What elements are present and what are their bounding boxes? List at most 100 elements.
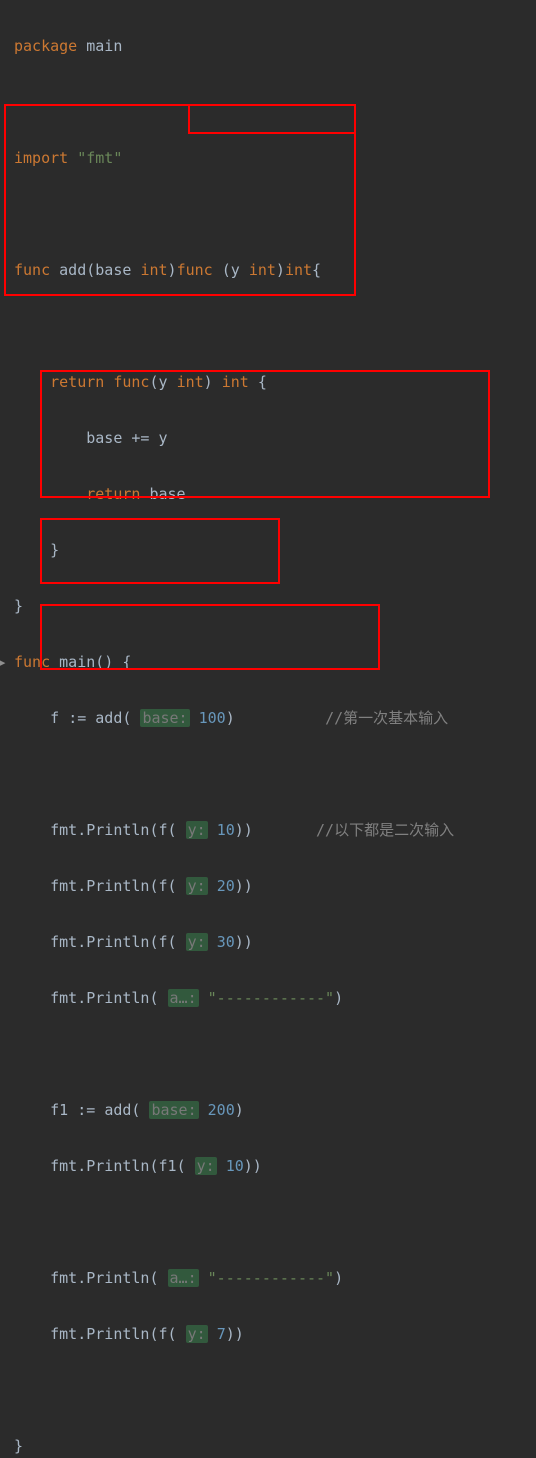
code-line: func add(base int)func (y int)int{ xyxy=(14,256,536,284)
ident-main: main xyxy=(86,37,122,55)
param-hint: base: xyxy=(140,709,189,727)
paren: ( xyxy=(149,933,158,951)
code-editor[interactable]: package main import "fmt" func add(base … xyxy=(0,0,536,1458)
paren: ( xyxy=(149,821,158,839)
brace: { xyxy=(312,261,321,279)
type-int: int xyxy=(222,373,249,391)
paren: )) xyxy=(244,1157,262,1175)
string-literal: "------------" xyxy=(208,989,334,1007)
code-line xyxy=(14,88,536,116)
paren: ) xyxy=(168,261,177,279)
paren: ) xyxy=(334,989,343,1007)
call-println: Println xyxy=(86,877,149,895)
code-line: return base xyxy=(14,480,536,508)
pkg-fmt: fmt xyxy=(50,933,77,951)
number-literal: 10 xyxy=(217,821,235,839)
paren: ( xyxy=(149,1157,158,1175)
ident-f: f xyxy=(159,1325,168,1343)
string-fmt: "fmt" xyxy=(77,149,122,167)
keyword-func: func xyxy=(14,653,50,671)
paren: ( xyxy=(149,1269,158,1287)
operator-pluseq: += xyxy=(131,429,149,447)
ident-f1: f1 xyxy=(50,1101,68,1119)
code-line: fmt.Println(f( y: 30)) xyxy=(14,928,536,956)
paren: ( xyxy=(149,989,158,1007)
code-line xyxy=(14,200,536,228)
param-hint: y: xyxy=(186,821,208,839)
code-line: } xyxy=(14,1432,536,1458)
number-literal: 20 xyxy=(217,877,235,895)
code-line xyxy=(14,312,536,340)
call-add: add xyxy=(95,709,122,727)
paren: ( xyxy=(131,1101,140,1119)
string-literal: "------------" xyxy=(208,1269,334,1287)
param-hint: y: xyxy=(186,933,208,951)
brace: } xyxy=(14,597,23,615)
call-println: Println xyxy=(86,821,149,839)
dot: . xyxy=(77,821,86,839)
paren: ) xyxy=(334,1269,343,1287)
ident-f1: f1 xyxy=(159,1157,177,1175)
paren: ( xyxy=(86,261,95,279)
number-literal: 10 xyxy=(226,1157,244,1175)
code-line xyxy=(14,1376,536,1404)
keyword-return: return xyxy=(86,485,140,503)
code-line: fmt.Println(f1( y: 10)) xyxy=(14,1152,536,1180)
dot: . xyxy=(77,989,86,1007)
code-line: fmt.Println( a…: "------------") xyxy=(14,1264,536,1292)
code-line: fmt.Println(f( y: 7)) xyxy=(14,1320,536,1348)
code-line: } xyxy=(14,536,536,564)
paren: ( xyxy=(149,1325,158,1343)
comment: //第一次基本输入 xyxy=(325,709,448,727)
pkg-fmt: fmt xyxy=(50,1269,77,1287)
param-hint: y: xyxy=(186,1325,208,1343)
code-line xyxy=(14,1040,536,1068)
run-gutter-icon[interactable]: ▸ xyxy=(0,648,7,676)
call-println: Println xyxy=(86,1157,149,1175)
operator-assign: := xyxy=(77,1101,95,1119)
paren: )) xyxy=(235,933,253,951)
pkg-fmt: fmt xyxy=(50,1325,77,1343)
keyword-package: package xyxy=(14,37,77,55)
paren: ( xyxy=(149,877,158,895)
param-hint: a…: xyxy=(168,1269,199,1287)
dot: . xyxy=(77,877,86,895)
pkg-fmt: fmt xyxy=(50,1157,77,1175)
dot: . xyxy=(77,1325,86,1343)
number-literal: 100 xyxy=(199,709,226,727)
param-hint: base: xyxy=(149,1101,198,1119)
keyword-func: func xyxy=(113,373,149,391)
ident-f: f xyxy=(159,821,168,839)
keyword-import: import xyxy=(14,149,68,167)
code-line: } xyxy=(14,592,536,620)
param-y: y xyxy=(231,261,240,279)
paren: ( xyxy=(168,933,177,951)
paren: ( xyxy=(168,1325,177,1343)
code-line: f := add( base: 100) //第一次基本输入 xyxy=(14,704,536,732)
keyword-return: return xyxy=(50,373,104,391)
param-y: y xyxy=(159,373,168,391)
ident-f: f xyxy=(50,709,59,727)
type-int: int xyxy=(249,261,276,279)
paren: () xyxy=(95,653,113,671)
pkg-fmt: fmt xyxy=(50,989,77,1007)
keyword-func: func xyxy=(177,261,213,279)
paren: ( xyxy=(122,709,131,727)
operator-assign: := xyxy=(68,709,86,727)
param-hint: a…: xyxy=(168,989,199,1007)
type-int: int xyxy=(140,261,167,279)
func-name-main: main xyxy=(59,653,95,671)
code-line xyxy=(14,1208,536,1236)
paren: ) xyxy=(226,709,235,727)
dot: . xyxy=(77,933,86,951)
paren: ( xyxy=(168,877,177,895)
ident-f: f xyxy=(159,933,168,951)
dot: . xyxy=(77,1269,86,1287)
param-base: base xyxy=(95,261,131,279)
call-add: add xyxy=(104,1101,131,1119)
ident-f: f xyxy=(159,877,168,895)
brace: { xyxy=(122,653,131,671)
paren: ) xyxy=(204,373,213,391)
paren: ( xyxy=(222,261,231,279)
type-int: int xyxy=(285,261,312,279)
